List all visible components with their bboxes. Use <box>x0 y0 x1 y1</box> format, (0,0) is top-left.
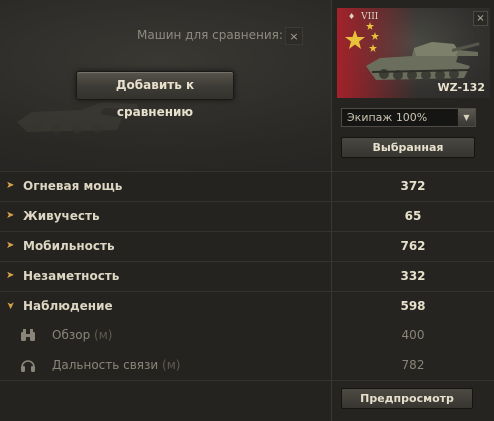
vehicle-tier-label: VIII <box>361 12 379 22</box>
crew-select-value: Экипаж 100% <box>347 111 428 124</box>
favorite-button[interactable]: Выбранная <box>341 137 475 158</box>
sub-stat-unit: (м) <box>162 358 181 372</box>
chevron-right-icon: ➤ <box>6 240 15 251</box>
chevron-right-icon: ➤ <box>6 180 15 191</box>
stat-row-concealment[interactable]: ➤ Незаметность <box>0 261 331 291</box>
stat-label: Живучесть <box>23 209 100 223</box>
sub-stat-unit: (м) <box>94 328 113 342</box>
compare-count: Машин для сравнения:1 <box>137 28 294 42</box>
stats-list: ➤ Огневая мощь ➤ Живучесть ➤ Мобильность… <box>0 171 331 381</box>
vehicle-stat-values: 372 65 762 332 598 400 782 <box>332 171 494 381</box>
crew-select[interactable]: Экипаж 100% ▼ <box>341 108 476 127</box>
stat-value: 762 <box>332 231 494 261</box>
stat-label: Незаметность <box>23 269 120 283</box>
sub-stat-label: Дальность связи (м) <box>52 358 180 372</box>
sub-stat-value: 400 <box>401 328 425 342</box>
sub-stat-row-view-range: Обзор (м) <box>0 321 331 351</box>
divider <box>0 380 494 381</box>
stat-row-firepower[interactable]: ➤ Огневая мощь <box>0 171 331 201</box>
sub-stat-label-text: Дальность связи <box>52 358 159 372</box>
stat-label: Наблюдение <box>23 299 113 313</box>
binoculars-icon <box>21 329 35 341</box>
sub-stat-value: 782 <box>401 358 425 372</box>
remove-vehicle-button[interactable]: × <box>473 11 488 26</box>
chevron-down-icon: ➤ <box>4 301 16 310</box>
vehicle-name: WZ-132 <box>437 81 485 94</box>
tank-icon <box>366 42 480 80</box>
headphones-icon <box>21 360 35 372</box>
stat-row-mobility[interactable]: ➤ Мобильность <box>0 231 331 261</box>
sub-stat-row-signal-range: Дальность связи (м) <box>0 351 331 381</box>
tier-diamond-icon: ♦ <box>348 12 356 21</box>
sub-stat-label: Обзор (м) <box>52 328 112 342</box>
vehicle-image[interactable]: ♦ VIII × WZ-132 <box>337 8 490 98</box>
add-to-compare-button[interactable]: Добавить к сравнению <box>76 71 234 119</box>
stat-label: Мобильность <box>23 239 115 253</box>
stat-value: 598 <box>332 291 494 321</box>
stat-row-spotting[interactable]: ➤ Наблюдение <box>0 291 331 321</box>
sub-stat-label-text: Обзор <box>52 328 91 342</box>
stat-value: 332 <box>332 261 494 291</box>
clear-compare-button[interactable]: × <box>285 27 303 45</box>
stat-value: 372 <box>332 171 494 201</box>
chevron-right-icon: ➤ <box>6 270 15 281</box>
preview-button[interactable]: Предпросмотр <box>341 388 473 409</box>
vehicle-tier: ♦ VIII <box>348 12 378 22</box>
stat-row-survivability[interactable]: ➤ Живучесть <box>0 201 331 231</box>
chevron-right-icon: ➤ <box>6 210 15 221</box>
stat-label: Огневая мощь <box>23 179 123 193</box>
stat-value: 65 <box>332 201 494 231</box>
compare-count-label: Машин для сравнения: <box>137 28 283 42</box>
dropdown-arrow-icon[interactable]: ▼ <box>457 109 475 126</box>
